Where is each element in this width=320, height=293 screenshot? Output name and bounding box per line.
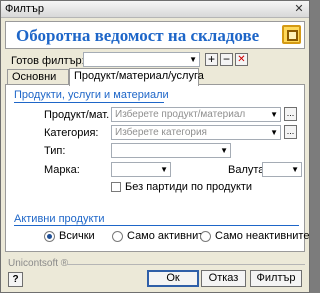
report-header: Оборотна ведомост на складове	[5, 21, 305, 49]
filter-button[interactable]: Филтър	[250, 270, 302, 287]
product-combo[interactable]: Изберете продукт/материал ▼	[111, 107, 281, 122]
type-combo[interactable]: ▼	[111, 143, 231, 158]
category-browse-button[interactable]: ...	[284, 125, 297, 139]
chevron-down-icon: ▼	[220, 146, 228, 155]
window-title: Филтър	[5, 3, 44, 15]
radio-all-label: Всички	[59, 230, 95, 242]
brand-label: Марка:	[44, 164, 80, 176]
category-combo[interactable]: Изберете категория ▼	[111, 125, 281, 140]
product-placeholder: Изберете продукт/материал	[115, 109, 246, 120]
radio-only-inactive-label: Само неактивните	[215, 230, 310, 242]
product-label: Продукт/мат.	[44, 109, 110, 121]
no-batches-label: Без партиди по продукти	[125, 181, 253, 193]
add-filter-button[interactable]: +	[205, 53, 218, 66]
radio-only-active-label: Само активните	[127, 230, 210, 242]
chevron-down-icon: ▼	[189, 55, 197, 64]
chevron-down-icon: ▼	[270, 110, 278, 119]
active-products-section-title: Активни продукти	[14, 213, 105, 225]
active-products-divider	[14, 225, 299, 226]
close-button[interactable]: ✕	[292, 3, 306, 15]
chevron-down-icon: ▼	[160, 165, 168, 174]
title-bar: Филтър ✕	[1, 1, 309, 18]
radio-only-inactive[interactable]	[200, 231, 211, 242]
brand-combo[interactable]: ▼	[111, 162, 171, 177]
chevron-down-icon: ▼	[291, 165, 299, 174]
radio-only-active[interactable]	[112, 231, 123, 242]
radio-all[interactable]	[44, 231, 55, 242]
tab-main[interactable]: Основни	[7, 69, 69, 85]
product-browse-button[interactable]: ...	[284, 107, 297, 121]
type-label: Тип:	[44, 145, 66, 157]
report-icon	[282, 25, 301, 44]
no-batches-checkbox[interactable]	[111, 182, 121, 192]
cancel-button[interactable]: Отказ	[201, 270, 246, 287]
products-section-divider	[14, 102, 164, 103]
ready-filter-combo[interactable]: ▼	[83, 52, 200, 67]
brand-label: Unicontsoft ®	[8, 258, 69, 269]
clear-filter-button[interactable]: ✕	[235, 53, 248, 66]
ready-filter-label: Готов филтър:	[11, 55, 85, 67]
products-section-title: Продукти, услуги и материали	[14, 89, 169, 101]
filter-dialog: Филтър ✕ Оборотна ведомост на складове Г…	[0, 0, 310, 293]
help-button[interactable]: ?	[8, 272, 23, 287]
ok-button[interactable]: Ок	[147, 270, 199, 287]
tab-product-material-service[interactable]: Продукт/материал/услуга	[69, 68, 204, 86]
footer-divider	[67, 264, 305, 265]
remove-filter-button[interactable]: −	[220, 53, 233, 66]
tab-page: Продукти, услуги и материали Продукт/мат…	[5, 84, 309, 252]
currency-combo[interactable]: ▼	[262, 162, 302, 177]
category-label: Категория:	[44, 127, 99, 139]
chevron-down-icon: ▼	[270, 128, 278, 137]
report-title: Оборотна ведомост на складове	[16, 26, 260, 45]
category-placeholder: Изберете категория	[115, 127, 207, 138]
